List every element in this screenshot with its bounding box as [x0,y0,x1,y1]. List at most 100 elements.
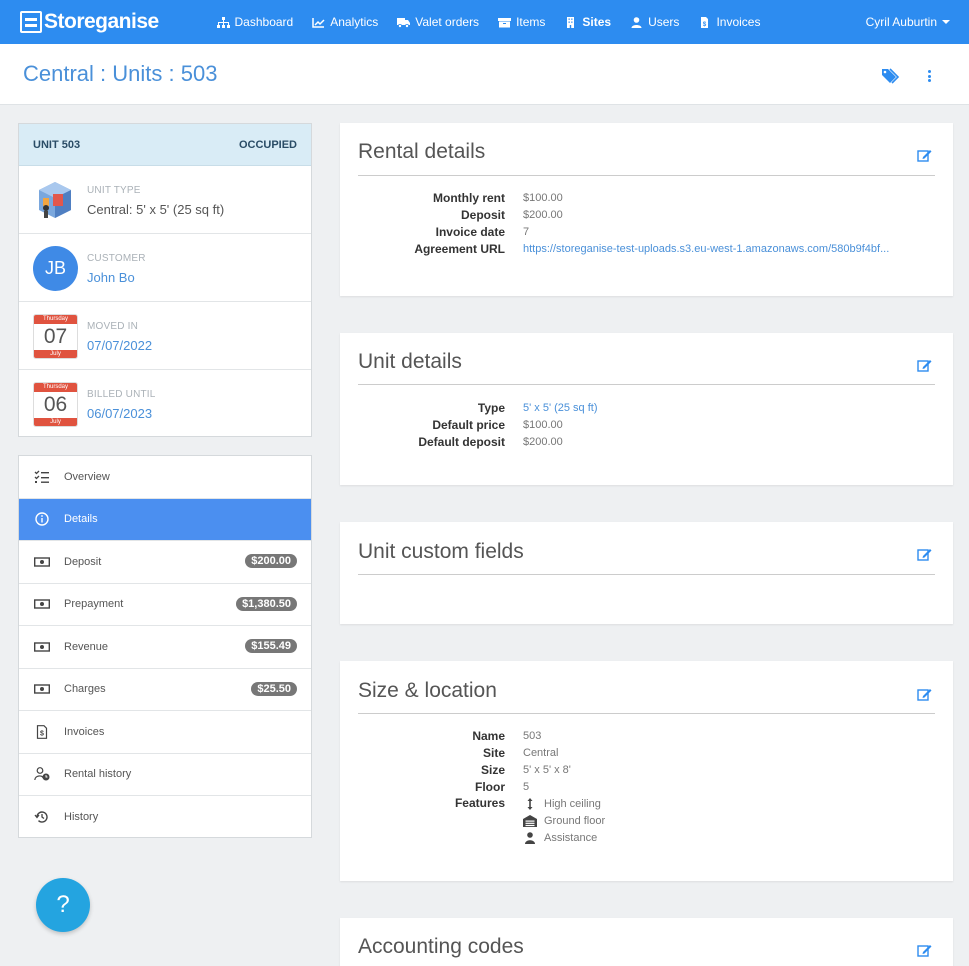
detail-label: Invoice date [435,224,505,239]
nav-users[interactable]: Users [621,0,689,44]
history-icon [34,811,48,823]
page-header: Central : Units : 503 [0,44,969,105]
nav-invoices-label: Invoices [716,15,761,29]
billed-until-date[interactable]: 06/07/2023 [87,406,152,421]
moved-in-date[interactable]: 07/07/2022 [87,338,152,353]
name-value: 503 [523,729,542,742]
detail-label: Floor [475,779,505,794]
prepayment-badge: $1,380.50 [236,596,297,611]
detail-label: Name [472,728,505,743]
edit-icon[interactable] [917,358,932,373]
garage-icon [523,814,537,827]
nav-users-label: Users [648,15,680,29]
panel-title: Accounting codes [358,935,524,958]
customer-link[interactable]: John Bo [87,270,135,285]
avatar: JB [33,246,78,291]
detail-row: Floor 5 [358,778,935,795]
calendar-icon: Thursday 06 July [33,382,78,427]
tags-icon[interactable] [882,68,900,84]
sidenav-item-history[interactable]: History [19,796,311,839]
edit-icon[interactable] [917,687,932,702]
unit-details-list: Type 5' x 5' (25 sq ft) Default price $100… [358,399,935,450]
svg-text:$: $ [40,730,44,737]
default-price-value: $100.00 [523,418,563,431]
unit-type-label: UNIT TYPE [87,185,141,196]
edit-icon[interactable] [917,943,932,958]
unit-details-panel: Unit details Type 5' x 5' (25 sq ft) Defa… [340,333,953,485]
edit-icon[interactable] [917,547,932,562]
sidenav-item-revenue[interactable]: Revenue $155.49 [19,626,311,669]
sidenav-item-overview[interactable]: Overview [19,456,311,499]
rental-details-panel: Rental details Monthly rent $100.00 Depos… [340,123,953,296]
summary-header: UNIT 503 OCCUPIED [19,124,311,166]
nav-analytics[interactable]: Analytics [303,0,388,44]
page-title: Central : Units : 503 [23,61,218,86]
sidenav-item-details[interactable]: Details [19,498,311,541]
nav-sites[interactable]: Sites [555,0,621,44]
user-name: Cyril Auburtin [865,15,937,29]
sidenav-item-deposit[interactable]: Deposit $200.00 [19,541,311,584]
help-button[interactable]: ? [36,878,90,932]
truck-icon [397,17,411,28]
accounting-codes-panel: Accounting codes [340,918,953,966]
nav-valet-orders-label: Valet orders [415,15,480,29]
monthly-rent-value: $100.00 [523,191,563,204]
calendar-month: July [34,350,77,358]
money-icon [34,642,50,652]
brand-logo[interactable]: Storeganise [20,10,200,34]
floor-value: 5 [523,780,530,793]
moved-in-row: Thursday 07 July MOVED IN 07/07/2022 [19,302,311,370]
sidenav-label: Overview [64,470,110,483]
calendar-month: July [34,418,77,426]
nav-valet-orders[interactable]: Valet orders [388,0,489,44]
main-nav: Dashboard Analytics Valet orders Items S… [207,0,770,44]
sidenav-item-prepayment[interactable]: Prepayment $1,380.50 [19,584,311,626]
invoice-icon: $ [36,724,48,739]
detail-row: Type 5' x 5' (25 sq ft) [358,399,935,416]
sidenav-label: Rental history [64,768,132,781]
sidenav-label: Details [64,513,98,526]
sidenav-label: History [64,811,99,824]
more-options-icon[interactable] [925,68,933,84]
detail-row: Invoice date 7 [358,223,935,240]
detail-row: Size 5' x 5' x 8' [358,761,935,778]
divider [358,384,935,385]
info-icon [35,512,49,526]
unit-type-link[interactable]: 5' x 5' (25 sq ft) [523,402,598,414]
feature-item: High ceiling [523,795,605,812]
panel-title: Unit details [358,350,462,373]
sidenav-item-rental-history[interactable]: Rental history [19,754,311,796]
detail-label: Default price [432,417,505,432]
panel-title: Unit custom fields [358,540,524,563]
detail-row: Site Central [358,744,935,761]
feature-label: Ground floor [544,814,606,827]
revenue-badge: $155.49 [245,639,297,653]
customer-label: CUSTOMER [87,253,146,264]
detail-label: Default deposit [418,434,505,449]
agreement-url-link[interactable]: https://storeganise-test-uploads.s3.eu-w… [523,243,889,255]
unit-number: UNIT 503 [33,138,81,151]
chart-icon [312,17,325,28]
billed-until-label: BILLED UNTIL [87,389,156,400]
person-icon [525,831,535,844]
nav-dashboard[interactable]: Dashboard [207,0,303,44]
nav-invoices[interactable]: $ Invoices [689,0,770,44]
calendar-weekday: Thursday [34,315,77,324]
detail-label: Monthly rent [433,190,505,205]
customer-row: JB CUSTOMER John Bo [19,234,311,302]
unit-type-row: UNIT TYPE Central: 5' x 5' (25 sq ft) [19,166,311,234]
sidenav-label: Invoices [64,725,105,738]
edit-icon[interactable] [917,148,932,163]
detail-label: Size [480,762,505,777]
detail-label: Features [454,796,505,810]
feature-label: High ceiling [544,797,601,810]
sidenav-label: Prepayment [64,598,124,611]
nav-items[interactable]: Items [489,0,555,44]
sidenav-item-invoices[interactable]: $ Invoices [19,711,311,754]
top-navbar: Storeganise Dashboard Analytics Valet or… [0,0,969,44]
unit-sidenav: Overview Details Deposit $200.00 Prepaym… [18,455,312,838]
storeganise-logo-icon [20,11,42,33]
user-menu[interactable]: Cyril Auburtin [866,0,950,44]
sidenav-item-charges[interactable]: Charges $25.50 [19,669,311,711]
calendar-day: 06 [43,393,68,416]
